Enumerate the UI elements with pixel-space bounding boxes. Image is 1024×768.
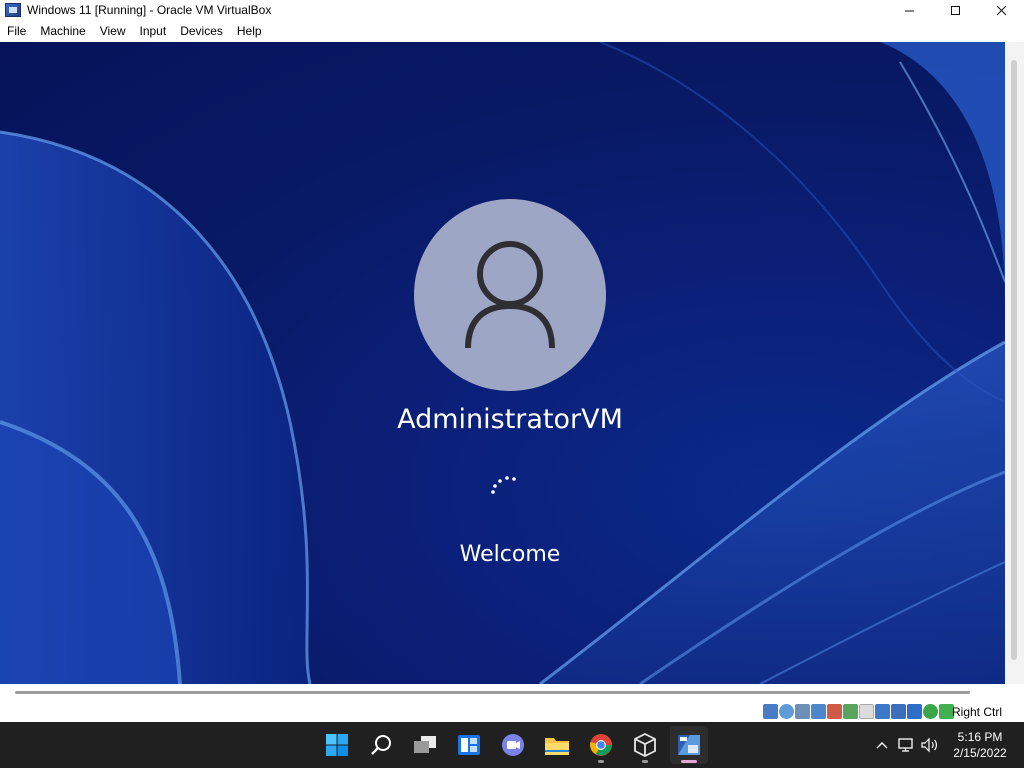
menu-input[interactable]: Input [133,21,174,42]
menu-devices[interactable]: Devices [173,21,230,42]
horizontal-scrollbar[interactable] [0,684,1024,702]
audio-icon[interactable] [795,704,810,719]
minimize-icon [904,10,914,11]
file-explorer-button[interactable] [538,726,576,764]
cpu-icon[interactable] [891,704,906,719]
menu-help[interactable]: Help [230,21,269,42]
teams-chat-button[interactable] [494,726,532,764]
host-key-label: Right Ctrl [951,705,1002,719]
welcome-message: Welcome [459,542,561,567]
vm-display[interactable]: AdministratorVM Welcome [0,42,1005,684]
close-icon [996,5,1006,15]
search-button[interactable] [362,726,400,764]
start-button[interactable] [318,726,356,764]
menu-file[interactable]: File [0,21,33,42]
running-indicator [598,760,604,763]
widgets-icon [458,735,480,755]
running-indicator [642,760,648,763]
volume-icon [921,737,937,753]
task-view-icon [414,736,436,753]
volume-button[interactable] [918,733,942,757]
network-status-button[interactable] [894,733,918,757]
show-hidden-icons-button[interactable] [870,733,894,757]
usb-icon[interactable] [827,704,842,719]
mouse-integration-icon[interactable] [907,704,922,719]
optical-drive-icon[interactable] [779,704,794,719]
user-icon [465,241,555,349]
maximize-icon [950,5,960,15]
display-icon[interactable] [859,704,874,719]
device-status-icons [763,704,954,719]
taskbar-clock[interactable]: 5:16 PM 2/15/2022 [942,729,1018,761]
virtualbox-app-icon [5,3,21,17]
shared-folders-icon[interactable] [843,704,858,719]
search-icon [371,735,391,755]
close-button[interactable] [978,0,1024,20]
vertical-scrollbar[interactable] [1005,42,1024,684]
file-explorer-icon [545,738,569,755]
system-tray: 5:16 PM 2/15/2022 [870,722,1024,768]
active-indicator [681,760,697,763]
virtualbox-icon [634,733,656,757]
menu-bar: File Machine View Input Devices Help [0,21,1024,42]
menu-machine[interactable]: Machine [33,21,92,42]
widgets-button[interactable] [450,726,488,764]
teams-chat-icon [502,734,524,756]
clock-time: 5:16 PM [957,730,1003,744]
hard-disk-icon[interactable] [763,704,778,719]
chrome-button[interactable] [582,726,620,764]
account-username: AdministratorVM [397,404,623,435]
horizontal-scroll-thumb[interactable] [15,691,970,694]
windows11-vm-icon [678,735,700,755]
window-controls [886,0,1024,20]
window-title: Windows 11 [Running] - Oracle VM Virtual… [27,3,272,17]
keyboard-capture-icon[interactable] [923,704,938,719]
windows11-vm-button[interactable] [670,726,708,764]
minimize-button[interactable] [886,0,932,20]
task-view-button[interactable] [406,726,444,764]
maximize-button[interactable] [932,0,978,20]
recording-icon[interactable] [875,704,890,719]
start-icon [326,734,348,756]
show-desktop-button[interactable] [1018,722,1024,768]
title-bar: Windows 11 [Running] - Oracle VM Virtual… [0,0,1024,20]
menu-view[interactable]: View [93,21,133,42]
virtualbox-button[interactable] [626,726,664,764]
windows-taskbar: 5:16 PM 2/15/2022 [0,722,1024,768]
chevron-up-icon [876,742,888,749]
network-icon[interactable] [811,704,826,719]
vertical-scroll-thumb[interactable] [1011,60,1017,660]
chrome-icon [590,734,612,756]
user-avatar [414,199,606,391]
vm-status-bar: Right Ctrl [0,702,1024,722]
clock-date: 2/15/2022 [953,746,1007,760]
loading-spinner-icon [491,476,516,494]
network-icon [898,738,913,752]
